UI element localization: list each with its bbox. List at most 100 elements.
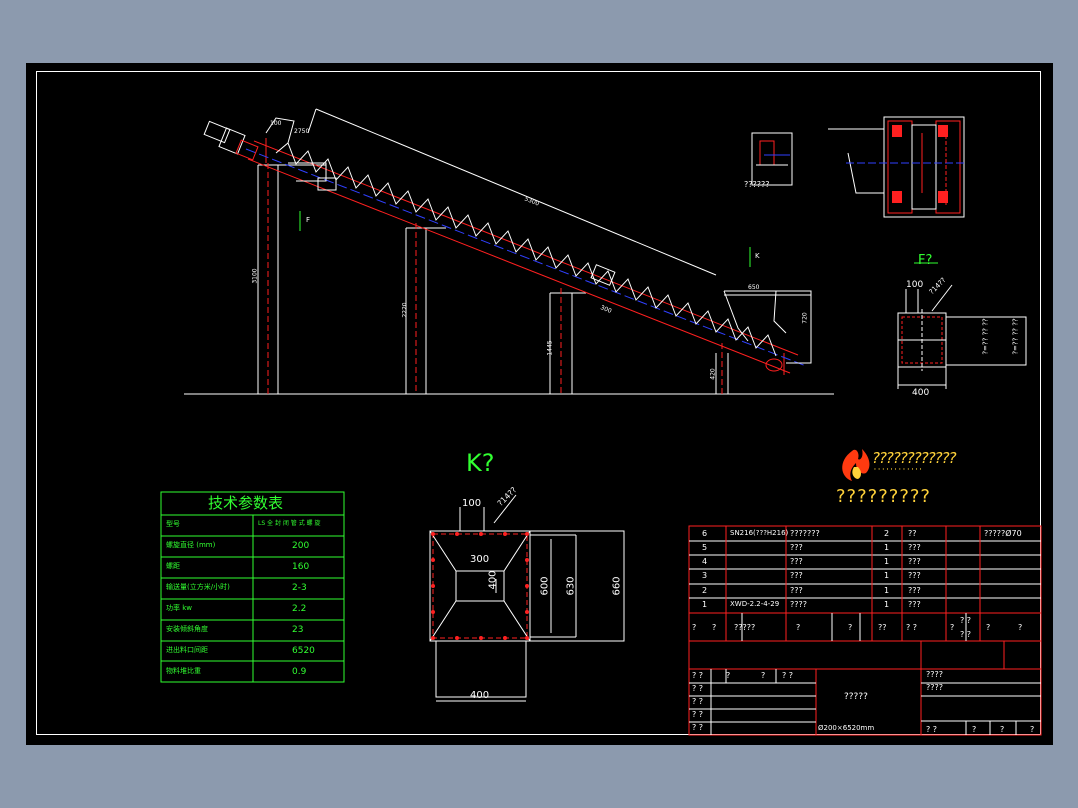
part-note: ?????Ø70 [984, 529, 1022, 538]
part-no: 4 [702, 557, 708, 566]
sign-row-1: ? ? [692, 671, 704, 680]
sign-top-3: ? ? [782, 671, 794, 680]
param-value: LS 全 封 闭 管 式 螺 旋 [258, 520, 321, 527]
param-label: 物料堆比重 [166, 667, 201, 675]
drawing-name: ????? [844, 692, 868, 702]
dim-h4: 420 [709, 368, 717, 380]
param-label: 功率 kw [166, 604, 193, 612]
drive-motor [203, 120, 259, 161]
bottom-right-1: ? ? [926, 725, 938, 734]
sign-row-3: ? ? [692, 697, 704, 706]
drawing-spec: Ø200×6520mm [818, 724, 875, 732]
param-value: 0.9 [292, 667, 307, 677]
cad-drawing [160, 108, 1042, 736]
view-k [429, 494, 625, 702]
dim-h3: 1445 [546, 340, 554, 356]
screw-flights [275, 142, 777, 357]
part-no: 5 [702, 543, 708, 552]
part-name: ??? [790, 543, 803, 552]
view-k-d400: 400 [487, 570, 499, 590]
marker-k: K [755, 252, 760, 260]
logo-flame-icon [842, 449, 870, 481]
hdr-c4: ? [796, 623, 801, 632]
marker-f: F [306, 216, 311, 224]
part-mat: ??? [908, 571, 921, 580]
param-value: 6520 [292, 646, 315, 656]
param-label: 进出料口间距 [166, 646, 208, 654]
param-label: 安装倾斜角度 [166, 625, 208, 633]
param-label: 输送量(立方米/小时) [166, 583, 230, 591]
length-dim-line [315, 108, 717, 276]
part-qty: 1 [884, 586, 890, 595]
hdr-c2: ? [712, 623, 717, 632]
view-k-d660: 660 [611, 576, 623, 596]
part-mat: ?? [908, 529, 917, 538]
view-f-dim-top: 100 [906, 280, 924, 290]
main-view [184, 108, 834, 395]
dim-h1: 3100 [251, 268, 259, 284]
part-code: SN216(???H216) [730, 529, 789, 537]
bearing-section [828, 116, 966, 218]
part-name: ???? [790, 600, 807, 609]
part-code: XWD-2.2-4-29 [730, 600, 780, 608]
part-name: ??? [790, 586, 803, 595]
part-mat: ??? [908, 557, 921, 566]
dim-top: 2750 [294, 128, 310, 135]
param-value: 2.2 [292, 604, 307, 614]
param-value: 2-3 [292, 583, 307, 593]
part-mat: ??? [908, 543, 921, 552]
hdr-c5: ? [848, 623, 853, 632]
hdr-c9: ? ? [960, 616, 972, 625]
param-label: 螺距 [166, 562, 180, 570]
bearing-detail-small [751, 132, 793, 186]
part-no: 1 [702, 600, 708, 609]
param-value: 200 [292, 541, 310, 551]
view-k-dim-top: 100 [462, 498, 482, 509]
view-k-title: K? [466, 449, 495, 477]
hdr-c8: ? [950, 623, 955, 632]
dim-right-side: 720 [801, 312, 809, 324]
detail-caption: ?????? [744, 180, 770, 189]
dim-h2: 2220 [401, 302, 409, 318]
part-no: 6 [702, 529, 708, 538]
part-mat: ??? [908, 600, 921, 609]
sign-top-1: ? [726, 671, 731, 680]
part-no: 3 [702, 571, 708, 580]
view-k-d600: 600 [539, 576, 551, 596]
part-name: ??? [790, 571, 803, 580]
part-qty: 1 [884, 543, 890, 552]
hdr-c9b: ? ? [960, 630, 972, 639]
dim-right-top: 650 [748, 284, 760, 291]
part-qty: 1 [884, 557, 890, 566]
sign-row-4: ? ? [692, 710, 704, 719]
part-name: ??? [790, 557, 803, 566]
param-label: 螺旋直径 (mm) [166, 541, 216, 549]
logo-subtitle: ????????? [836, 486, 931, 507]
param-value: 23 [292, 625, 304, 635]
param-label: 型号 [166, 520, 180, 528]
part-qty: 1 [884, 571, 890, 580]
logo-dots: ' ' ' ' ' ' ' ' ' ' ' ' [874, 467, 922, 475]
dim-left-top: 100 [270, 120, 282, 127]
sign-top-2: ? [761, 671, 766, 680]
part-qty: 2 [884, 529, 890, 538]
sign-row-2: ? ? [692, 684, 704, 693]
support-mid [405, 227, 446, 394]
part-no: 2 [702, 586, 708, 595]
view-k-d630: 630 [565, 576, 577, 596]
right-top-2: ???? [926, 683, 943, 692]
bottom-right-4: ? [1030, 725, 1035, 734]
hdr-c7: ? ? [906, 623, 918, 632]
bottom-right-3: ? [1000, 725, 1005, 734]
logo-company: ???????????? [872, 449, 957, 467]
drawing-sheet: 5300 3100 2220 1445 420 2750 100 650 720… [26, 63, 1053, 745]
hdr-c11: ? [1018, 623, 1023, 632]
param-table-title: 技术参数表 [208, 494, 284, 512]
hdr-c6: ?? [878, 623, 887, 632]
view-k-d300: 300 [470, 554, 490, 565]
view-f-dim-bottom: 400 [912, 388, 930, 398]
sign-row-5: ? ? [692, 723, 704, 732]
bottom-right-2: ? [972, 725, 977, 734]
view-f-side2: ?=?? ?? ?? [1011, 318, 1020, 355]
param-value: 160 [292, 562, 310, 572]
